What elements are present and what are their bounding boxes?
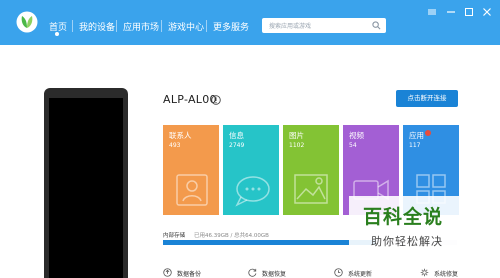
tile-count: 493 bbox=[169, 142, 181, 149]
system-update-button[interactable]: 系统更新 bbox=[334, 268, 394, 278]
restore-icon bbox=[248, 268, 257, 277]
nav-my-device[interactable]: 我的设备 bbox=[79, 20, 115, 33]
repair-icon bbox=[420, 268, 429, 277]
tile-count: 54 bbox=[349, 142, 357, 149]
nav-divider bbox=[72, 20, 73, 32]
nav-game-center[interactable]: 游戏中心 bbox=[168, 20, 204, 33]
phone-screen bbox=[49, 98, 123, 278]
tile-count: 117 bbox=[409, 142, 421, 149]
minimize-icon[interactable] bbox=[445, 6, 457, 18]
tile-messages[interactable]: 信息 2749 bbox=[223, 125, 279, 215]
tile-count: 1102 bbox=[289, 142, 305, 149]
device-name: ALP-AL00 bbox=[163, 93, 217, 106]
search-placeholder: 搜索应用或游戏 bbox=[269, 23, 312, 30]
system-repair-label: 系统修复 bbox=[434, 271, 459, 278]
storage-usage-text: 已用46.39GB / 总共64.00GB bbox=[194, 233, 269, 239]
search-input[interactable]: 搜索应用或游戏 bbox=[262, 18, 386, 33]
disconnect-button[interactable]: 点击断开连接 bbox=[396, 90, 458, 107]
nav-active-indicator bbox=[55, 32, 59, 36]
storage-progress-fill bbox=[163, 240, 377, 245]
nav-app-market[interactable]: 应用市场 bbox=[123, 20, 159, 33]
nav-divider bbox=[206, 20, 207, 32]
system-repair-button[interactable]: 系统修复 bbox=[420, 268, 480, 278]
notification-badge bbox=[425, 130, 431, 136]
tile-count: 2749 bbox=[229, 142, 245, 149]
maximize-icon[interactable] bbox=[463, 6, 475, 18]
contact-card-icon bbox=[176, 174, 208, 206]
app-logo-icon bbox=[16, 11, 38, 33]
backup-icon bbox=[163, 268, 172, 277]
nav-divider bbox=[161, 20, 162, 32]
close-icon[interactable] bbox=[481, 6, 493, 18]
tile-label: 图片 bbox=[289, 131, 304, 140]
system-update-label: 系统更新 bbox=[348, 271, 373, 278]
search-icon[interactable] bbox=[372, 21, 381, 30]
watermark-title: 百科全说 bbox=[363, 206, 444, 228]
top-bar: 首页 我的设备 应用市场 游戏中心 更多服务 搜索应用或游戏 bbox=[0, 0, 500, 45]
info-icon[interactable] bbox=[211, 95, 221, 105]
phone-preview bbox=[44, 88, 128, 278]
tile-label: 信息 bbox=[229, 131, 244, 140]
nav-divider bbox=[116, 20, 117, 32]
tile-label: 应用 bbox=[409, 131, 424, 140]
watermark-subtitle: 助你轻松解决 bbox=[371, 235, 443, 248]
menu-icon[interactable] bbox=[426, 6, 438, 18]
nav-home[interactable]: 首页 bbox=[49, 20, 67, 33]
watermark-overlay: 百科全说 助你轻松解决 bbox=[349, 196, 461, 260]
backup-button[interactable]: 数据备份 bbox=[163, 268, 223, 278]
tile-label: 联系人 bbox=[169, 131, 192, 140]
tile-label: 视频 bbox=[349, 131, 364, 140]
nav-more-services[interactable]: 更多服务 bbox=[213, 20, 249, 33]
restore-button[interactable]: 数据恢复 bbox=[248, 268, 308, 278]
update-icon bbox=[334, 268, 343, 277]
storage-label: 内部存储 bbox=[163, 233, 186, 239]
restore-label: 数据恢复 bbox=[262, 271, 287, 278]
tile-contacts[interactable]: 联系人 493 bbox=[163, 125, 219, 215]
tile-pictures[interactable]: 图片 1102 bbox=[283, 125, 339, 215]
message-bubble-icon bbox=[235, 176, 270, 207]
backup-label: 数据备份 bbox=[177, 271, 202, 278]
picture-icon bbox=[294, 174, 328, 204]
